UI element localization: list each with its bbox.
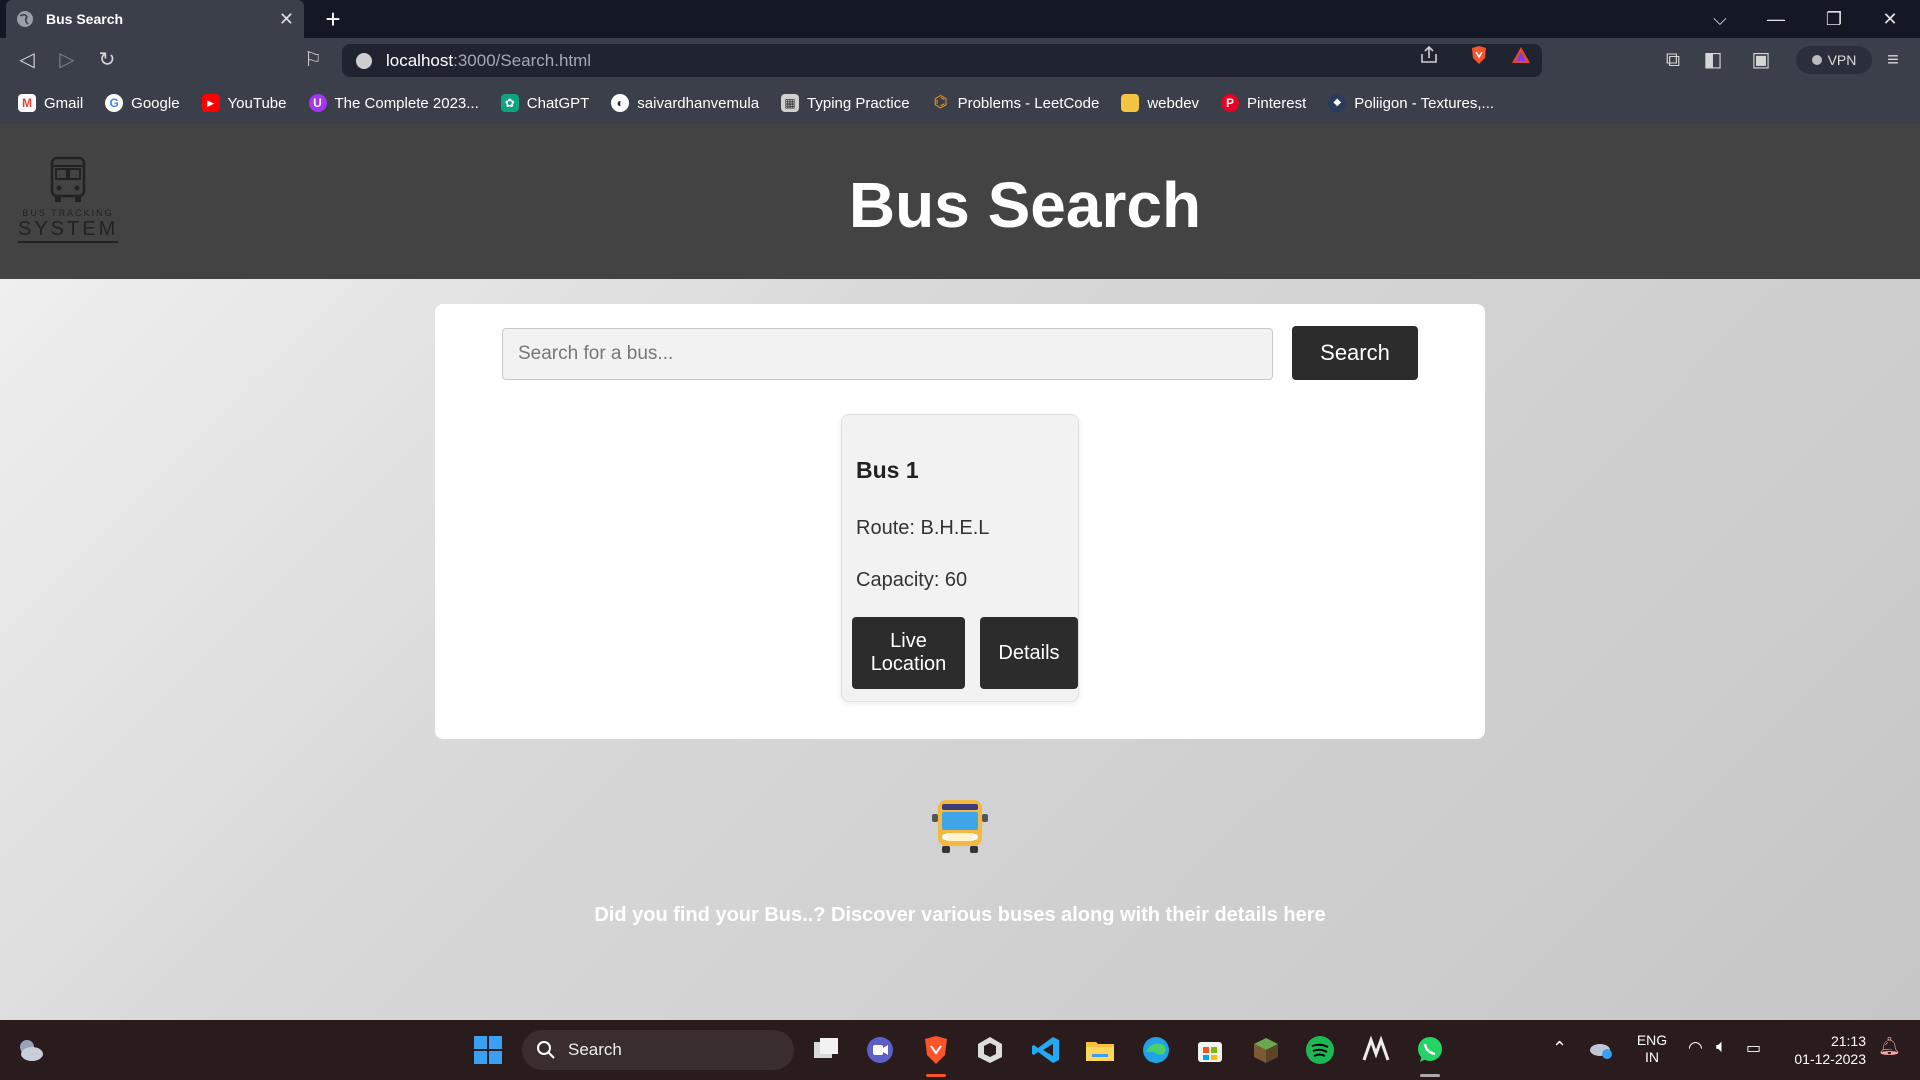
reload-icon[interactable]: ↻	[94, 47, 120, 73]
share-icon[interactable]	[1418, 44, 1440, 66]
chatgpt-icon: ✿	[500, 94, 519, 112]
udemy-icon: U	[308, 94, 327, 112]
bookmark-icon[interactable]: ⚐	[300, 47, 326, 73]
task-view-icon[interactable]	[810, 1034, 842, 1066]
whatsapp-icon[interactable]	[1414, 1034, 1446, 1066]
taskbar-search[interactable]: Search	[522, 1030, 794, 1070]
weather-icon[interactable]	[14, 1034, 46, 1066]
bookmark-gmail[interactable]: M Gmail	[18, 94, 83, 112]
bookmarks-bar: M Gmail G Google ▶ YouTube U The Complete 20…	[0, 82, 1920, 124]
address-bar[interactable]: localhost :3000/Search.html	[342, 44, 1542, 77]
windows-start-icon[interactable]	[472, 1034, 504, 1066]
vscode-icon[interactable]	[1030, 1034, 1062, 1066]
notification-bell-icon[interactable]: 🔔︎	[1878, 1036, 1901, 1057]
running-app-indicator	[1420, 1074, 1440, 1077]
wifi-icon[interactable]: ◠	[1688, 1038, 1703, 1058]
menu-icon[interactable]: ≡	[1880, 47, 1906, 73]
wallet-icon[interactable]: ▣	[1748, 47, 1774, 73]
globe-icon	[17, 11, 33, 27]
bookmark-google[interactable]: G Google	[105, 94, 180, 112]
site-header: BUS TRACKING SYSTEM Bus Search	[0, 124, 1920, 279]
site-info-icon[interactable]	[356, 52, 372, 69]
tab-close-icon[interactable]: ✕	[279, 9, 294, 30]
bus-search-input[interactable]	[502, 328, 1273, 380]
minecraft-icon[interactable]	[1250, 1034, 1282, 1066]
windows-taskbar: Search ⌃ ENG IN ◠ 🔈︎ ▭ 21:13 01-12-2023 …	[0, 1020, 1920, 1080]
page-content: BUS TRACKING SYSTEM Bus Search Search Bu…	[0, 124, 1920, 1020]
tagline: Did you find your Bus..? Discover variou…	[594, 904, 1326, 926]
clock-date: 01-12-2023	[1794, 1051, 1866, 1067]
browser-toolbar: ◁ ▷ ↻ ⚐ localhost :3000/Search.html ⧉ ◧ …	[0, 38, 1920, 82]
brave-browser-icon[interactable]	[920, 1034, 952, 1066]
url-host: localhost	[386, 50, 454, 70]
brave-shields-icon[interactable]	[1468, 44, 1490, 66]
teams-meet-icon[interactable]	[864, 1034, 896, 1066]
browser-tab[interactable]: Bus Search ✕	[6, 0, 304, 38]
bookmark-youtube[interactable]: ▶ YouTube	[201, 94, 287, 112]
clock[interactable]: 21:13 01-12-2023	[1782, 1032, 1866, 1068]
spotify-icon[interactable]	[1304, 1034, 1336, 1066]
microsoft-store-icon[interactable]	[1194, 1034, 1226, 1066]
language-label: ENG	[1636, 1032, 1668, 1048]
bookmark-typing-practice[interactable]: ▦ Typing Practice	[781, 94, 910, 112]
bookmark-poliigon[interactable]: ◆ Poliigon - Textures,...	[1328, 94, 1494, 112]
gmail-icon: M	[18, 94, 36, 112]
minimize-icon[interactable]: —	[1748, 0, 1804, 38]
app-icon[interactable]	[1360, 1034, 1392, 1066]
brave-rewards-icon[interactable]	[1510, 44, 1532, 66]
edge-icon[interactable]	[1140, 1034, 1172, 1066]
bus-illustration-icon	[932, 800, 988, 853]
volume-icon[interactable]: 🔈︎	[1716, 1036, 1727, 1057]
typing-practice-icon: ▦	[781, 94, 800, 112]
bookmark-udemy-course[interactable]: U The Complete 2023...	[308, 94, 479, 112]
sidebar-toggle-icon[interactable]: ◧	[1700, 47, 1726, 73]
region-label: IN	[1645, 1049, 1659, 1065]
bookmark-leetcode[interactable]: ⌬ Problems - LeetCode	[932, 94, 1100, 112]
page-title: Bus Search	[848, 169, 1202, 241]
poliigon-icon: ◆	[1328, 94, 1347, 112]
bookmark-github[interactable]: ◐ saivardhanvemula	[611, 94, 759, 112]
search-button[interactable]: Search	[1292, 326, 1418, 380]
onedrive-icon[interactable]	[1588, 1036, 1614, 1062]
pinterest-icon: P	[1221, 94, 1240, 112]
bus-name: Bus 1	[856, 457, 919, 483]
bookmark-chatgpt[interactable]: ✿ ChatGPT	[500, 94, 589, 112]
battery-icon[interactable]: ▭	[1746, 1038, 1761, 1058]
details-button[interactable]: Details	[980, 617, 1078, 689]
youtube-icon: ▶	[201, 94, 220, 112]
github-icon: ◐	[611, 94, 630, 112]
folder-icon	[1121, 94, 1140, 112]
bus-card: Bus 1 Route: B.H.E.L Capacity: 60 Live L…	[841, 414, 1079, 702]
window-close-icon[interactable]: ✕	[1862, 0, 1918, 38]
bookmark-pinterest[interactable]: P Pinterest	[1221, 94, 1306, 112]
browser-tab-bar: Bus Search ✕ + ⌵ — ❐ ✕	[0, 0, 1920, 38]
leetcode-icon: ⌬	[933, 94, 948, 111]
restore-icon[interactable]: ❐	[1806, 0, 1862, 38]
clock-time: 21:13	[1830, 1033, 1866, 1049]
back-icon[interactable]: ◁	[14, 47, 40, 73]
new-tab-icon[interactable]: +	[318, 4, 348, 34]
bus-capacity: Capacity: 60	[856, 569, 968, 591]
live-location-button[interactable]: Live Location	[852, 617, 965, 689]
google-icon: G	[105, 94, 124, 112]
language-indicator[interactable]: ENG IN	[1632, 1032, 1672, 1066]
extensions-icon[interactable]: ⧉	[1660, 47, 1686, 73]
forward-icon[interactable]: ▷	[54, 47, 80, 73]
show-hidden-icons-icon[interactable]: ⌃	[1552, 1038, 1567, 1059]
vpn-status-icon	[1811, 55, 1822, 65]
search-icon	[537, 1041, 555, 1059]
vpn-label: VPN	[1827, 52, 1857, 68]
tab-title: Bus Search	[46, 11, 124, 27]
bookmark-folder-webdev[interactable]: webdev	[1121, 94, 1199, 112]
unity-icon[interactable]	[974, 1034, 1006, 1066]
taskbar-search-label: Search	[568, 1040, 622, 1059]
tab-list-chevron-icon[interactable]: ⌵	[1692, 0, 1748, 38]
file-explorer-icon[interactable]	[1084, 1034, 1116, 1066]
vpn-button[interactable]: VPN	[1796, 46, 1872, 74]
bus-route: Route: B.H.E.L	[856, 517, 990, 539]
url-path: :3000/Search.html	[453, 50, 592, 70]
search-panel: Search Bus 1 Route: B.H.E.L Capacity: 60…	[435, 304, 1485, 739]
active-app-indicator	[926, 1074, 946, 1077]
